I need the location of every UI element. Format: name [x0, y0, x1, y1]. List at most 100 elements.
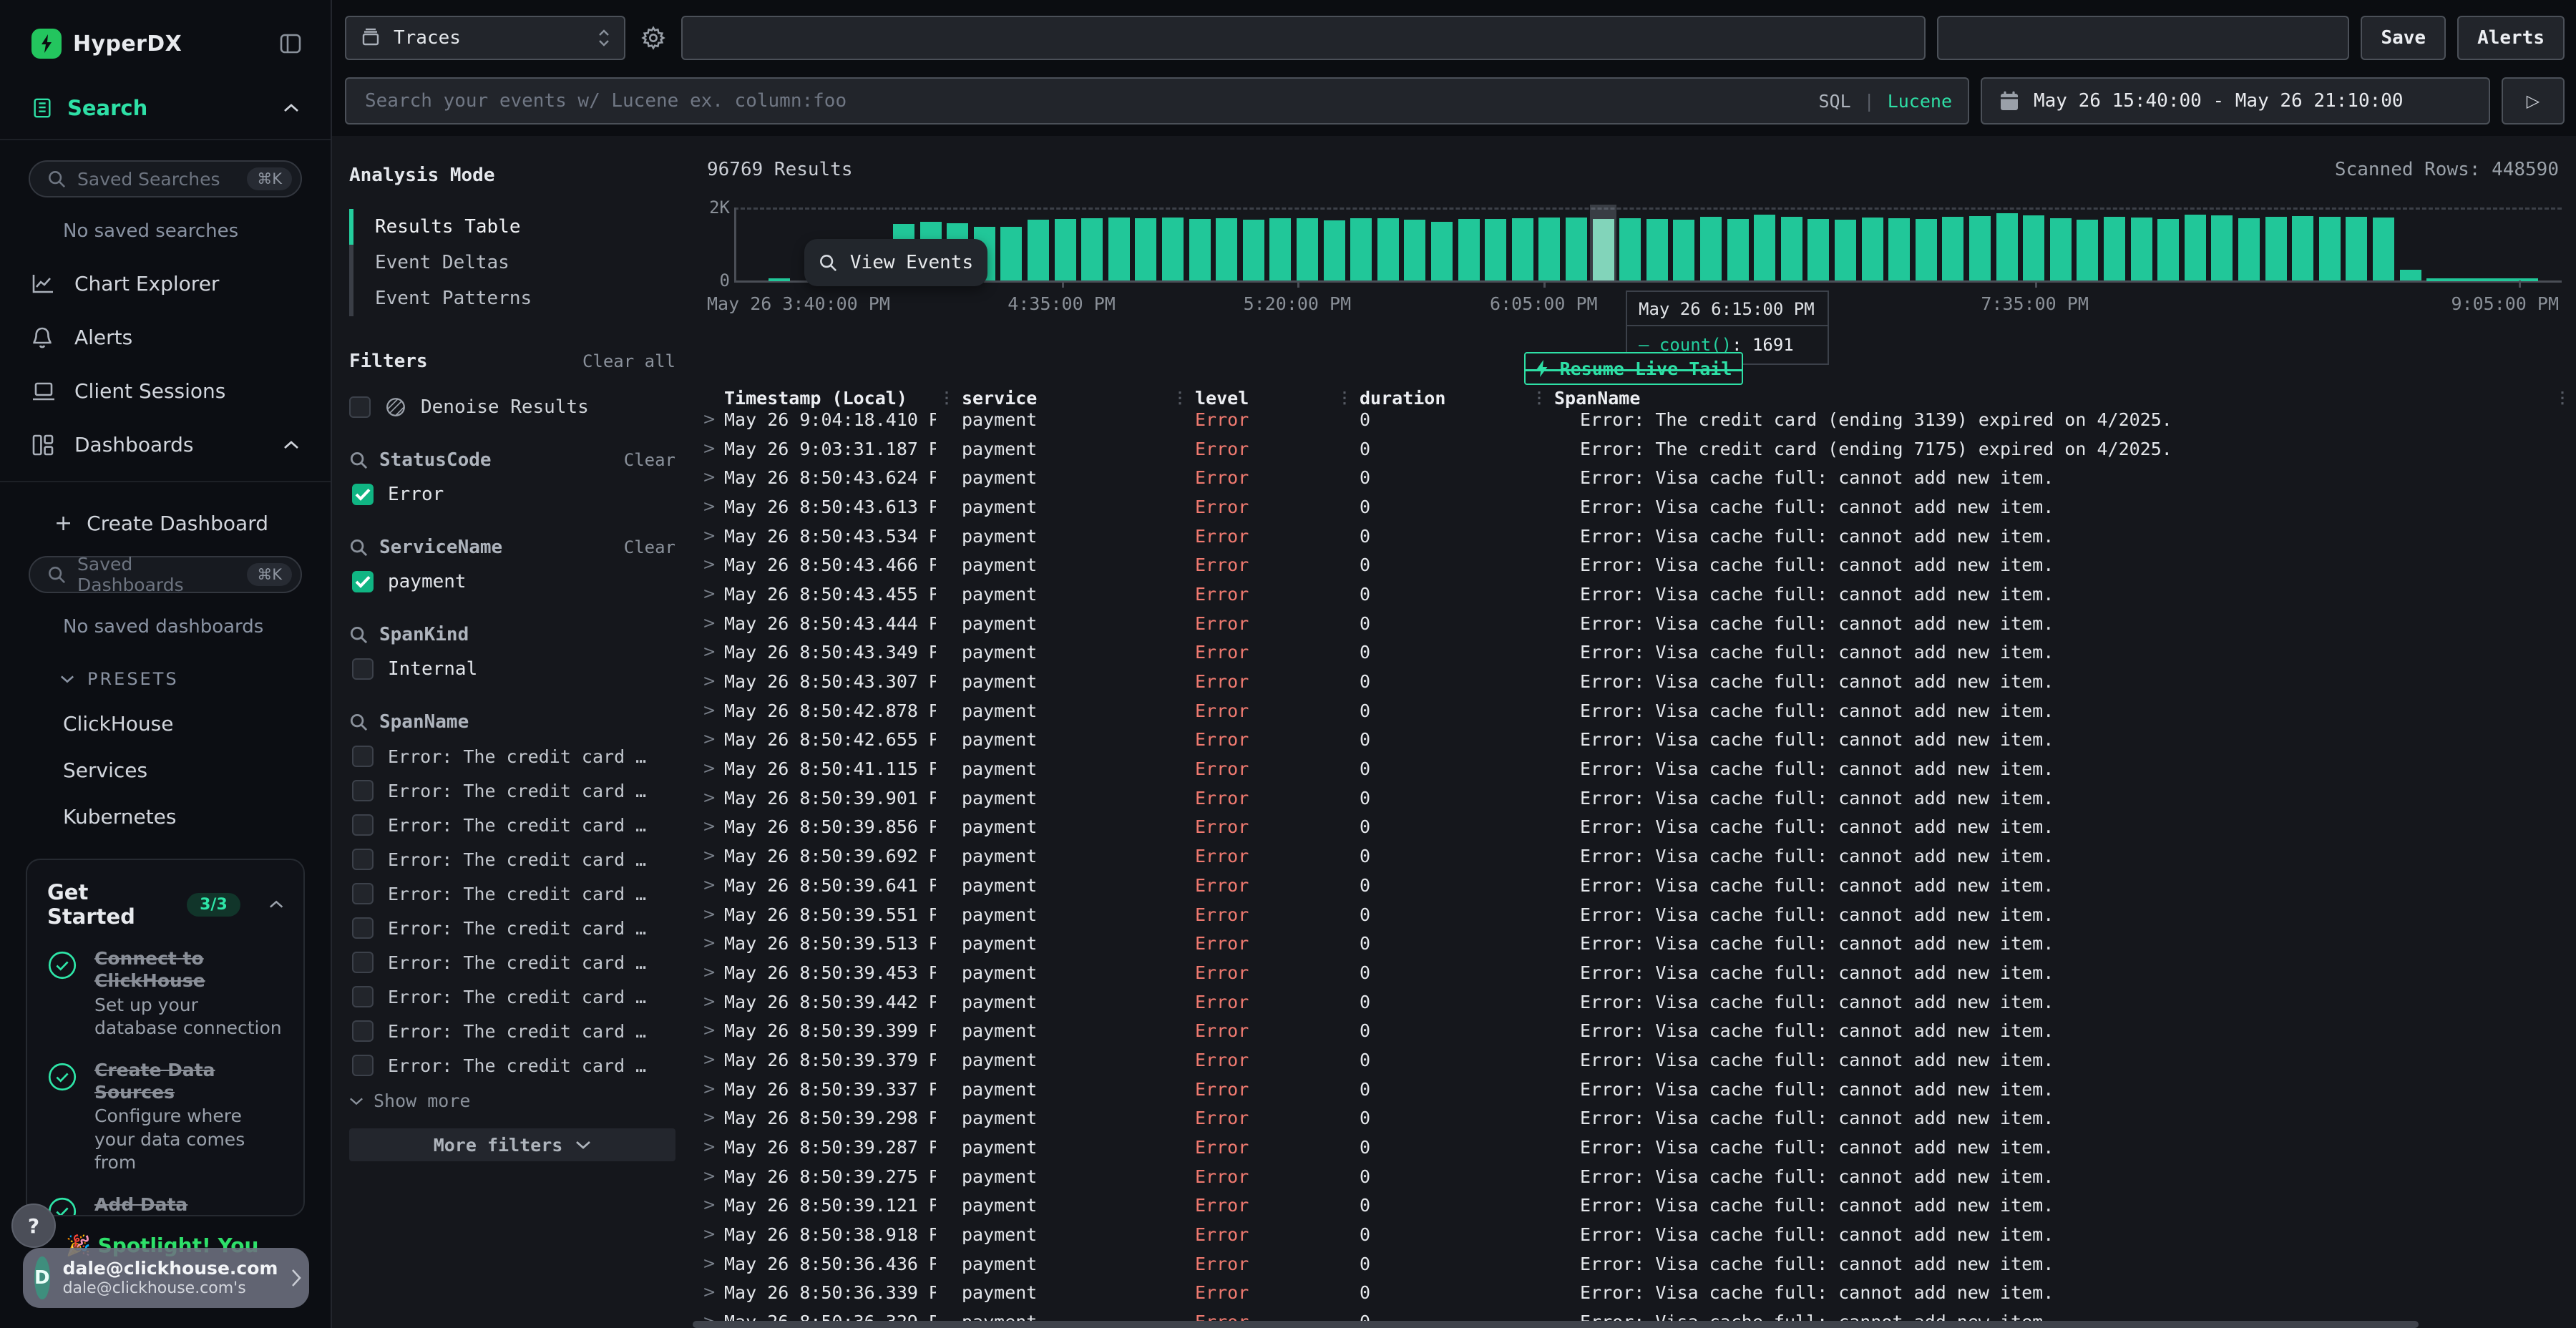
histogram-bar[interactable]: [1135, 218, 1156, 280]
table-row[interactable]: >May 26 8:50:41.115 PM paymentError0Erro…: [693, 754, 2576, 783]
histogram-bar[interactable]: [1754, 215, 1775, 280]
get-started-item[interactable]: Connect to ClickHouse Set up your databa…: [47, 947, 283, 1040]
histogram-bar[interactable]: [2319, 217, 2341, 280]
table-row[interactable]: >May 26 8:50:38.918 PM paymentError0Erro…: [693, 1220, 2576, 1249]
filter-option[interactable]: Error: The credit card …: [349, 814, 675, 836]
lucene-mode-toggle[interactable]: Lucene: [1888, 91, 1952, 112]
checkbox[interactable]: [352, 484, 374, 505]
preset-services[interactable]: Services: [63, 758, 331, 782]
expand-row-icon[interactable]: >: [703, 498, 716, 516]
presets-toggle[interactable]: PRESETS: [60, 669, 331, 689]
expand-row-icon[interactable]: >: [703, 1255, 716, 1273]
checkbox[interactable]: [352, 1055, 374, 1076]
histogram-bar[interactable]: [1243, 220, 1264, 280]
filter-option[interactable]: payment: [349, 571, 675, 592]
checkbox[interactable]: [352, 658, 374, 680]
expand-row-icon[interactable]: >: [703, 702, 716, 720]
save-button[interactable]: Save: [2361, 16, 2446, 60]
get-started-item[interactable]: Create Data Sources Configure where your…: [47, 1059, 283, 1175]
histogram-bar[interactable]: [2185, 215, 2206, 280]
checkbox[interactable]: [352, 952, 374, 973]
histogram-bar[interactable]: [1055, 219, 1076, 280]
sql-mode-toggle[interactable]: SQL: [1818, 91, 1850, 112]
select-clause-editor[interactable]: [681, 16, 1926, 60]
source-select[interactable]: Traces: [345, 16, 625, 60]
histogram-bar[interactable]: [1538, 218, 1560, 280]
view-events-button[interactable]: View Events: [804, 239, 987, 286]
expand-row-icon[interactable]: >: [703, 615, 716, 633]
histogram-bar[interactable]: [1862, 218, 1883, 280]
expand-row-icon[interactable]: >: [703, 1051, 716, 1069]
more-filters-button[interactable]: More filters: [349, 1128, 675, 1161]
expand-row-icon[interactable]: >: [703, 993, 716, 1011]
table-row[interactable]: >May 26 8:50:39.379 PM paymentError0Erro…: [693, 1045, 2576, 1075]
expand-row-icon[interactable]: >: [703, 964, 716, 982]
horizontal-scrollbar[interactable]: [693, 1321, 2419, 1328]
table-row[interactable]: >May 26 9:04:18.410 PM paymentError0Erro…: [693, 405, 2576, 434]
filter-option[interactable]: Error: The credit card …: [349, 1020, 675, 1042]
table-row[interactable]: >May 26 8:50:43.624 PM paymentError0Erro…: [693, 463, 2576, 492]
order-by-editor[interactable]: [1937, 16, 2349, 60]
search-input[interactable]: [345, 77, 1969, 125]
filter-option[interactable]: Error: The credit card …: [349, 917, 675, 939]
histogram-bar[interactable]: [2023, 215, 2044, 280]
checkbox[interactable]: [352, 917, 374, 939]
expand-row-icon[interactable]: >: [703, 1226, 716, 1244]
histogram-bar[interactable]: [1673, 220, 1694, 280]
filter-option[interactable]: Error: The credit card …: [349, 883, 675, 904]
histogram-bar[interactable]: [1297, 218, 1318, 280]
expand-row-icon[interactable]: >: [703, 1080, 716, 1098]
histogram-bar[interactable]: [1646, 219, 1668, 280]
expand-row-icon[interactable]: >: [703, 1022, 716, 1040]
filter-option[interactable]: Error: The credit card …: [349, 780, 675, 801]
filter-option[interactable]: Error: The credit card …: [349, 746, 675, 767]
table-row[interactable]: >May 26 8:50:39.453 PM paymentError0Erro…: [693, 958, 2576, 987]
histogram-bar[interactable]: [1458, 219, 1480, 280]
alerts-button[interactable]: Alerts: [2457, 16, 2565, 60]
date-range-picker[interactable]: May 26 15:40:00 - May 26 21:10:00: [1981, 77, 2490, 125]
expand-row-icon[interactable]: >: [703, 1196, 716, 1214]
checkbox[interactable]: [352, 986, 374, 1007]
sidebar-item-client-sessions[interactable]: Client Sessions: [0, 379, 331, 403]
table-row[interactable]: >May 26 8:50:39.298 PM paymentError0Erro…: [693, 1104, 2576, 1133]
histogram-bar[interactable]: [1324, 220, 1345, 280]
expand-row-icon[interactable]: >: [703, 731, 716, 748]
histogram-bar[interactable]: [1431, 222, 1453, 280]
help-button[interactable]: ?: [11, 1204, 56, 1248]
clear-all-filters-button[interactable]: Clear all: [582, 351, 675, 371]
histogram-bar[interactable]: [1108, 218, 1130, 280]
histogram-bar[interactable]: [1969, 216, 1991, 280]
histogram-bar[interactable]: [1942, 217, 1963, 280]
run-query-button[interactable]: ▷: [2502, 77, 2565, 125]
table-row[interactable]: >May 26 8:50:39.442 PM paymentError0Erro…: [693, 987, 2576, 1017]
table-row[interactable]: >May 26 8:50:39.287 PM paymentError0Erro…: [693, 1133, 2576, 1162]
table-row[interactable]: >May 26 8:50:36.436 PM paymentError0Erro…: [693, 1249, 2576, 1279]
expand-row-icon[interactable]: >: [703, 411, 716, 429]
histogram-bar[interactable]: [2346, 217, 2367, 280]
histogram-bar[interactable]: [2131, 218, 2152, 280]
get-started-item[interactable]: Add Data Start sending logs, metrics, or…: [47, 1193, 283, 1217]
histogram-bar[interactable]: [1619, 218, 1641, 280]
histogram-bar[interactable]: [1000, 227, 1022, 280]
expand-row-icon[interactable]: >: [703, 906, 716, 924]
filter-option[interactable]: Error: The credit card …: [349, 849, 675, 870]
get-started-header[interactable]: Get Started 3/3: [47, 880, 283, 929]
filter-option[interactable]: Error: The credit card …: [349, 1055, 675, 1076]
table-row[interactable]: >May 26 8:50:36.339 PM paymentError0Erro…: [693, 1279, 2576, 1308]
histogram-bar[interactable]: [1996, 213, 2018, 280]
table-row[interactable]: >May 26 8:50:39.337 PM paymentError0Erro…: [693, 1075, 2576, 1104]
histogram-bar[interactable]: [1727, 219, 1749, 280]
sidebar-item-search[interactable]: Search: [0, 96, 331, 120]
create-dashboard-button[interactable]: + Create Dashboard: [54, 511, 331, 536]
sidebar-item-chart-explorer[interactable]: Chart Explorer: [0, 272, 331, 296]
histogram-bar[interactable]: [1512, 218, 1533, 280]
clear-statuscode-button[interactable]: Clear: [624, 450, 675, 470]
table-row[interactable]: >May 26 8:50:43.455 PM paymentError0Erro…: [693, 580, 2576, 609]
histogram-bar[interactable]: [2373, 218, 2394, 280]
histogram-bar[interactable]: [2400, 270, 2421, 280]
preset-kubernetes[interactable]: Kubernetes: [63, 805, 331, 829]
expand-row-icon[interactable]: >: [703, 934, 716, 952]
denoise-checkbox[interactable]: [349, 396, 371, 418]
histogram-bar[interactable]: [1807, 219, 1829, 280]
saved-dashboards-input[interactable]: Saved Dashboards ⌘K: [29, 556, 302, 593]
